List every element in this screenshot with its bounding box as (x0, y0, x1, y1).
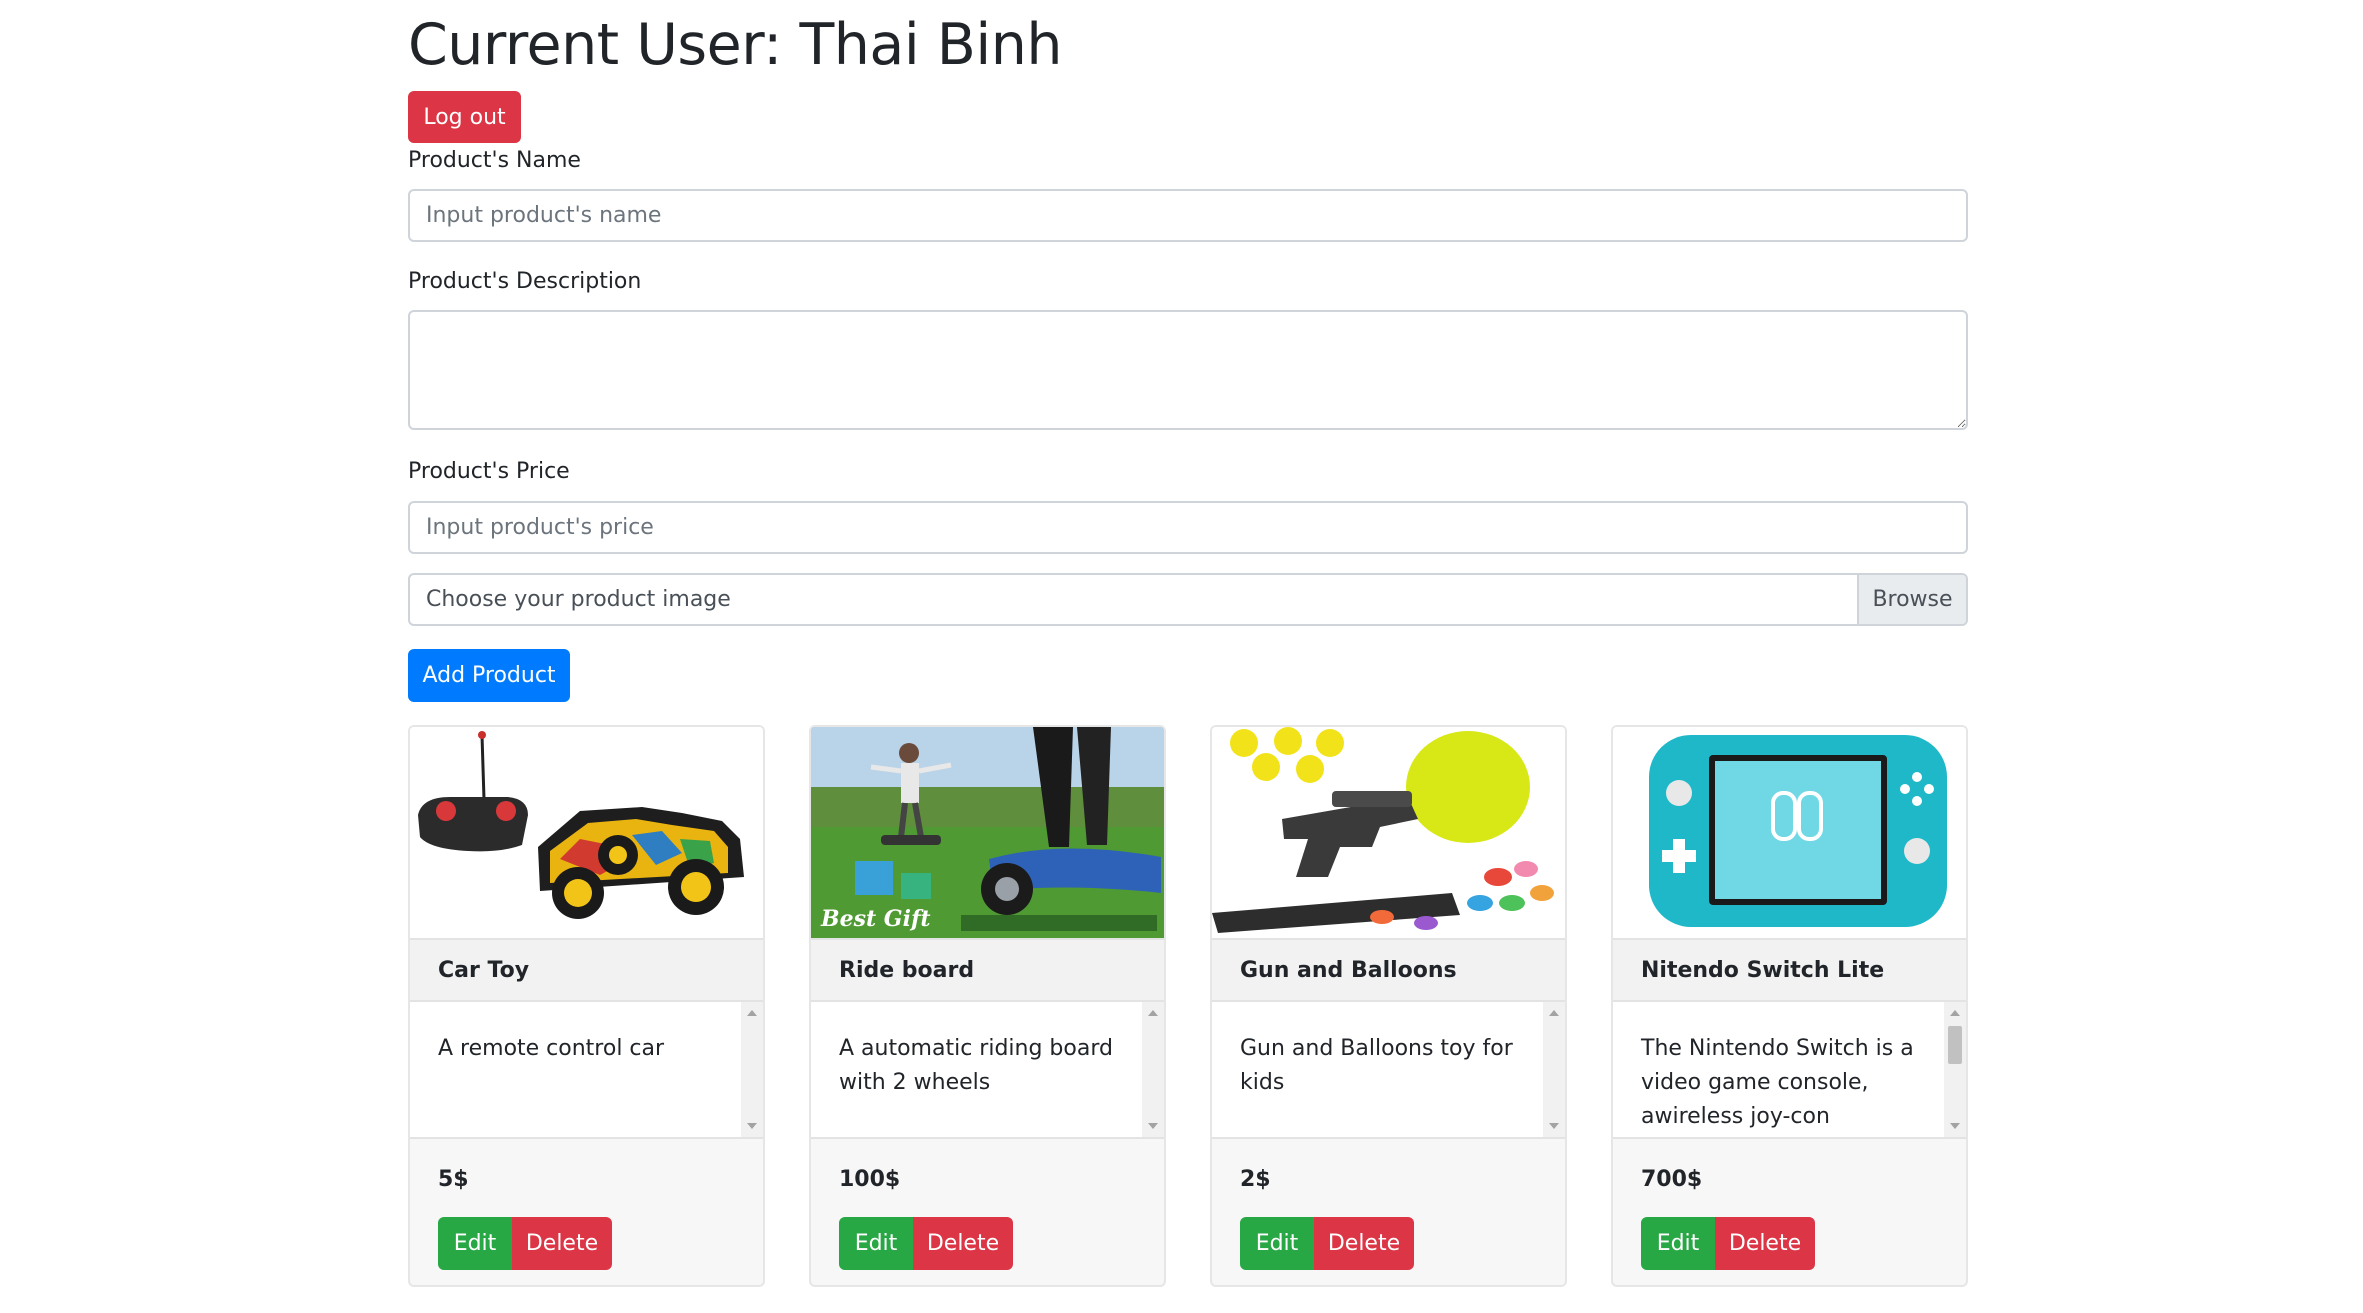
scroll-up-arrow-icon[interactable] (1950, 1010, 1960, 1016)
scroll-down-arrow-icon[interactable] (1549, 1123, 1559, 1129)
product-description-box[interactable]: Gun and Balloons toy for kids (1212, 1002, 1565, 1139)
scroll-down-arrow-icon[interactable] (1148, 1123, 1158, 1129)
description-scrollbar[interactable] (741, 1002, 763, 1137)
product-name: Ride board (811, 938, 1164, 1002)
nintendo-switch-image (1613, 727, 1966, 938)
product-name: Car Toy (410, 938, 763, 1002)
gun-balloons-image (1212, 727, 1565, 938)
product-description-box[interactable]: A automatic riding board with 2 wheels (811, 1002, 1164, 1139)
product-price: 700$ (1641, 1167, 1703, 1192)
scroll-up-arrow-icon[interactable] (1148, 1010, 1158, 1016)
product-card: Car Toy A remote control car 5$ Edit Del… (408, 725, 765, 1287)
delete-button[interactable]: Delete (512, 1217, 612, 1270)
scroll-down-arrow-icon[interactable] (1950, 1123, 1960, 1129)
scroll-down-arrow-icon[interactable] (747, 1123, 757, 1129)
add-product-button[interactable]: Add Product (408, 649, 570, 702)
product-description: A automatic riding board with 2 wheels (839, 1036, 1113, 1095)
image-caption: Best Gift (820, 906, 931, 932)
description-scrollbar[interactable] (1543, 1002, 1565, 1137)
description-scrollbar[interactable] (1944, 1002, 1966, 1137)
product-price: 2$ (1240, 1167, 1271, 1192)
product-price-label: Product's Price (408, 459, 570, 484)
browse-button[interactable]: Browse (1857, 575, 1966, 624)
product-price: 100$ (839, 1167, 901, 1192)
product-card: Best Gift Ride board A automatic riding … (809, 725, 1166, 1287)
delete-button[interactable]: Delete (913, 1217, 1013, 1270)
car-toy-image (410, 727, 763, 938)
file-input-placeholder: Choose your product image (426, 587, 731, 612)
product-description: A remote control car (438, 1036, 665, 1061)
product-description: Gun and Balloons toy for kids (1240, 1036, 1513, 1095)
product-price: 5$ (438, 1167, 469, 1192)
product-name-input[interactable] (408, 189, 1968, 242)
product-description-box[interactable]: A remote control car (410, 1002, 763, 1139)
edit-button[interactable]: Edit (1240, 1217, 1314, 1270)
scroll-up-arrow-icon[interactable] (1549, 1010, 1559, 1016)
page-title: Current User: Thai Binh (408, 12, 1062, 78)
scroll-up-arrow-icon[interactable] (747, 1010, 757, 1016)
edit-button[interactable]: Edit (839, 1217, 913, 1270)
product-description-box[interactable]: The Nintendo Switch is a video game cons… (1613, 1002, 1966, 1139)
ride-board-image: Best Gift (811, 727, 1164, 938)
product-description-label: Product's Description (408, 269, 642, 294)
product-price-input[interactable] (408, 501, 1968, 554)
edit-button[interactable]: Edit (438, 1217, 512, 1270)
delete-button[interactable]: Delete (1314, 1217, 1414, 1270)
product-name-label: Product's Name (408, 148, 581, 173)
product-card: Gun and Balloons Gun and Balloons toy fo… (1210, 725, 1567, 1287)
delete-button[interactable]: Delete (1715, 1217, 1815, 1270)
product-description: The Nintendo Switch is a video game cons… (1641, 1036, 1914, 1129)
scrollbar-thumb[interactable] (1948, 1026, 1962, 1064)
product-image-file-input[interactable]: Choose your product image Browse (408, 573, 1968, 626)
edit-button[interactable]: Edit (1641, 1217, 1715, 1270)
product-name: Gun and Balloons (1212, 938, 1565, 1002)
logout-button[interactable]: Log out (408, 91, 521, 143)
product-name: Nitendo Switch Lite (1613, 938, 1966, 1002)
description-scrollbar[interactable] (1142, 1002, 1164, 1137)
product-description-textarea[interactable] (408, 310, 1968, 430)
product-card: Nitendo Switch Lite The Nintendo Switch … (1611, 725, 1968, 1287)
